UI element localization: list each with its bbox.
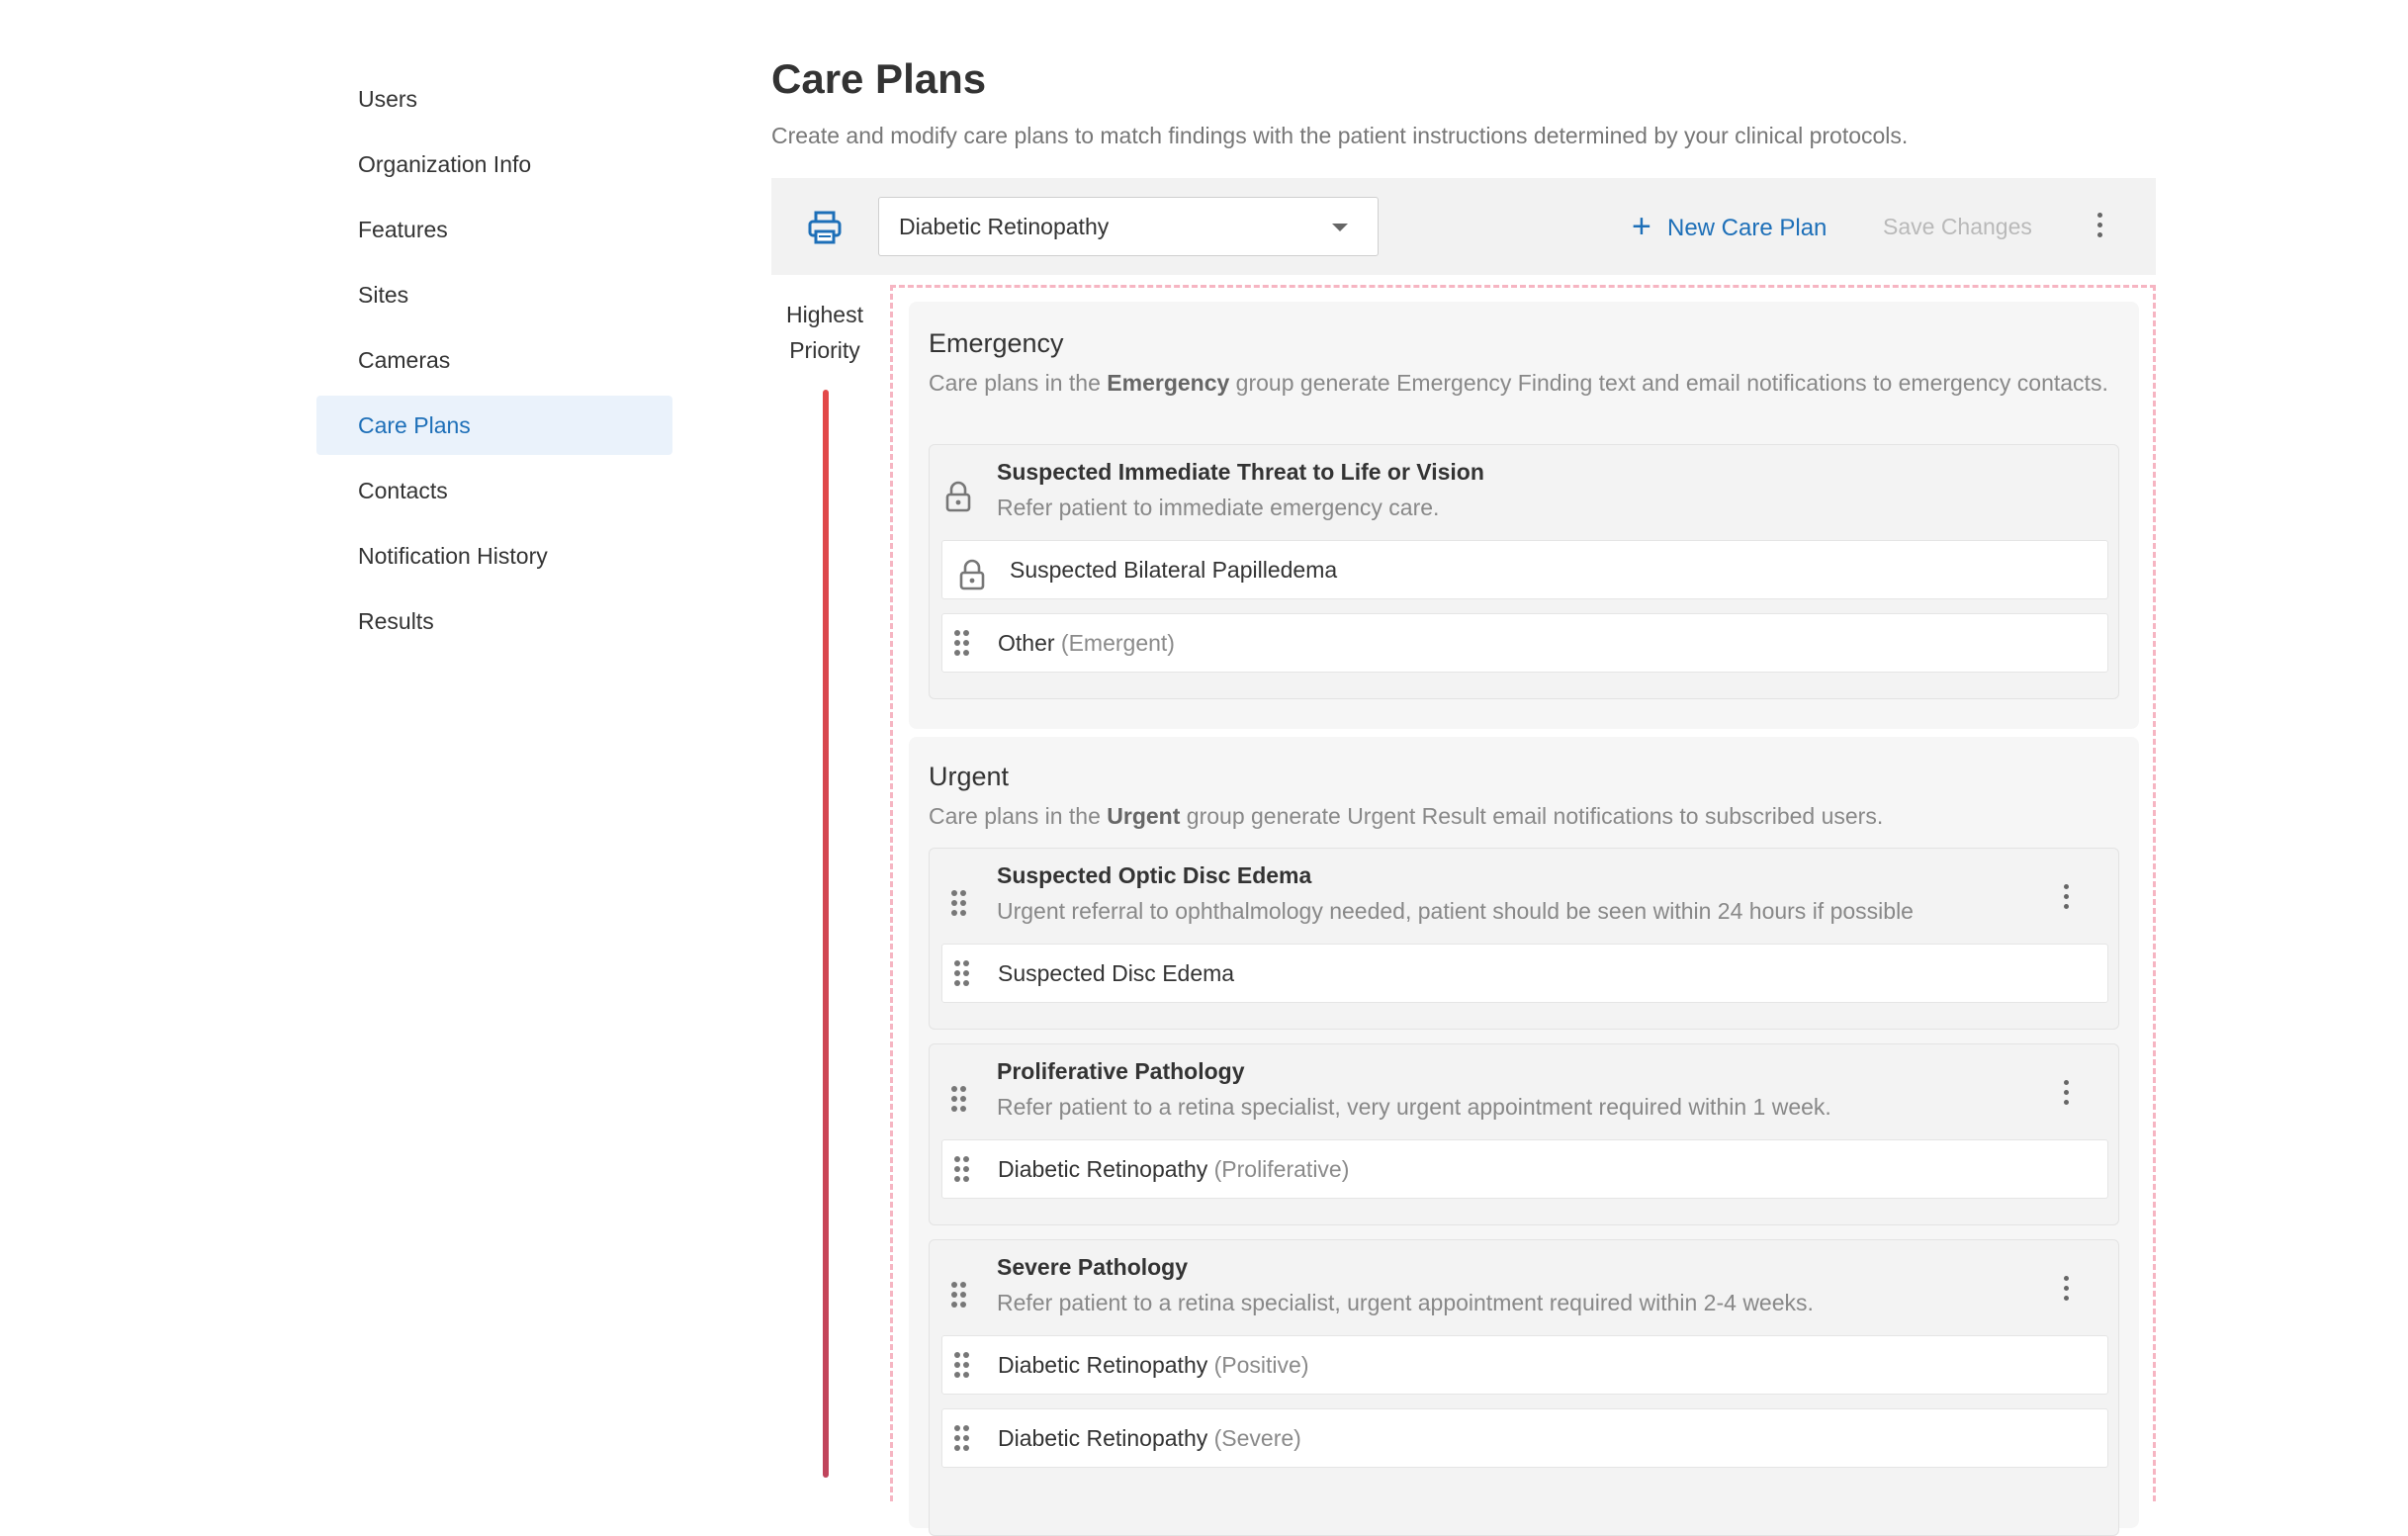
care-plan-card[interactable]: Suspected Optic Disc Edema Urgent referr… bbox=[929, 848, 2119, 1030]
condition-select[interactable]: Diabetic Retinopathy bbox=[878, 197, 1379, 256]
more-options-icon[interactable] bbox=[2095, 213, 2104, 240]
save-changes-button[interactable]: Save Changes bbox=[1883, 206, 2032, 247]
finding-label: Diabetic Retinopathy (Proliferative) bbox=[998, 1140, 1349, 1198]
group-desc-bold: Emergency bbox=[1107, 370, 1230, 396]
care-plan-card[interactable]: Proliferative Pathology Refer patient to… bbox=[929, 1043, 2119, 1225]
care-plan-description: Urgent referral to ophthalmology needed,… bbox=[997, 898, 1914, 924]
finding-text: Diabetic Retinopathy bbox=[998, 1425, 1208, 1451]
care-plan-title: Severe Pathology bbox=[997, 1254, 1189, 1280]
priority-label: Highest Priority bbox=[771, 297, 878, 368]
more-options-icon[interactable] bbox=[2061, 1276, 2071, 1304]
group-emergency: Emergency Care plans in the Emergency gr… bbox=[909, 302, 2139, 729]
care-plan-card: Suspected Immediate Threat to Life or Vi… bbox=[929, 444, 2119, 699]
sidebar-item-sites[interactable]: Sites bbox=[316, 265, 672, 324]
priority-label-line2: Priority bbox=[789, 337, 860, 363]
sidebar-item-organization-info[interactable]: Organization Info bbox=[316, 135, 672, 194]
finding-item: Suspected Bilateral Papilledema bbox=[941, 540, 2108, 599]
group-desc-bold: Urgent bbox=[1107, 803, 1181, 829]
group-desc-prefix: Care plans in the bbox=[929, 370, 1108, 396]
new-care-plan-button[interactable]: + New Care Plan bbox=[1632, 206, 1827, 247]
settings-sidebar: Users Organization Info Features Sites C… bbox=[316, 69, 672, 657]
group-desc-suffix: group generate Emergency Finding text an… bbox=[1229, 370, 2108, 396]
group-title: Urgent bbox=[929, 762, 1010, 791]
condition-select-value: Diabetic Retinopathy bbox=[899, 214, 1110, 239]
lock-icon bbox=[959, 554, 985, 590]
care-plan-description: Refer patient to a retina specialist, ve… bbox=[997, 1094, 1831, 1120]
finding-item[interactable]: Diabetic Retinopathy (Positive) bbox=[941, 1335, 2108, 1395]
care-plan-card[interactable]: Severe Pathology Refer patient to a reti… bbox=[929, 1239, 2119, 1536]
care-plan-title: Suspected Immediate Threat to Life or Vi… bbox=[997, 459, 1484, 485]
finding-label: Suspected Disc Edema bbox=[998, 960, 1235, 986]
finding-qualifier: (Proliferative) bbox=[1213, 1156, 1350, 1182]
sidebar-item-notification-history[interactable]: Notification History bbox=[316, 526, 672, 586]
care-plan-toolbar: Diabetic Retinopathy + New Care Plan Save… bbox=[771, 178, 2156, 275]
chevron-down-icon bbox=[1332, 224, 1348, 231]
sidebar-item-features[interactable]: Features bbox=[316, 200, 672, 259]
new-care-plan-label: New Care Plan bbox=[1667, 215, 1828, 241]
sidebar-item-results[interactable]: Results bbox=[316, 591, 672, 651]
finding-text: Diabetic Retinopathy bbox=[998, 1156, 1208, 1182]
finding-label: Other (Emergent) bbox=[998, 614, 1175, 672]
drag-handle-icon[interactable] bbox=[954, 630, 970, 656]
finding-item[interactable]: Other (Emergent) bbox=[941, 613, 2108, 673]
sidebar-item-care-plans[interactable]: Care Plans bbox=[316, 396, 672, 455]
group-desc-prefix: Care plans in the bbox=[929, 803, 1108, 829]
care-plan-title: Suspected Optic Disc Edema bbox=[997, 862, 1312, 888]
page-subtitle: Create and modify care plans to match fi… bbox=[771, 123, 1909, 148]
sidebar-item-cameras[interactable]: Cameras bbox=[316, 330, 672, 390]
drag-handle-icon[interactable] bbox=[951, 890, 967, 916]
finding-qualifier: (Emergent) bbox=[1060, 630, 1175, 656]
drag-handle-icon[interactable] bbox=[954, 1156, 970, 1182]
page-title: Care Plans bbox=[771, 55, 987, 102]
finding-item[interactable]: Diabetic Retinopathy (Severe) bbox=[941, 1408, 2108, 1468]
sidebar-item-contacts[interactable]: Contacts bbox=[316, 461, 672, 520]
drag-handle-icon[interactable] bbox=[954, 960, 970, 986]
finding-qualifier: (Severe) bbox=[1213, 1425, 1301, 1451]
finding-label: Diabetic Retinopathy (Severe) bbox=[998, 1409, 1301, 1467]
care-plan-description: Refer patient to a retina specialist, ur… bbox=[997, 1290, 1814, 1315]
finding-text: Other bbox=[998, 630, 1055, 656]
finding-item[interactable]: Diabetic Retinopathy (Proliferative) bbox=[941, 1139, 2108, 1199]
drag-handle-icon[interactable] bbox=[951, 1282, 967, 1308]
drag-handle-icon[interactable] bbox=[954, 1352, 970, 1378]
group-description: Care plans in the Emergency group genera… bbox=[929, 365, 2115, 401]
group-urgent: Urgent Care plans in the Urgent group ge… bbox=[909, 737, 2139, 1536]
finding-label: Suspected Bilateral Papilledema bbox=[1010, 557, 1338, 583]
drag-handle-icon[interactable] bbox=[954, 1425, 970, 1451]
finding-label: Diabetic Retinopathy (Positive) bbox=[998, 1336, 1308, 1394]
printer-icon[interactable] bbox=[805, 208, 845, 247]
drag-handle-icon[interactable] bbox=[951, 1086, 967, 1112]
finding-qualifier: (Positive) bbox=[1213, 1352, 1309, 1378]
care-plan-description: Refer patient to immediate emergency car… bbox=[997, 495, 1440, 520]
care-plans-main: Care Plans Create and modify care plans … bbox=[771, 49, 2156, 1536]
care-plan-groups-dropzone: Emergency Care plans in the Emergency gr… bbox=[890, 285, 2156, 1536]
care-plan-title: Proliferative Pathology bbox=[997, 1058, 1245, 1084]
more-options-icon[interactable] bbox=[2061, 884, 2071, 912]
more-options-icon[interactable] bbox=[2061, 1080, 2071, 1108]
group-title: Emergency bbox=[929, 328, 1064, 358]
priority-gradient-bar bbox=[823, 390, 829, 1478]
group-description: Care plans in the Urgent group generate … bbox=[929, 798, 2115, 834]
priority-label-line1: Highest bbox=[786, 302, 863, 327]
finding-text: Diabetic Retinopathy bbox=[998, 1352, 1208, 1378]
lock-icon bbox=[945, 481, 971, 512]
sidebar-item-users[interactable]: Users bbox=[316, 69, 672, 129]
plus-icon: + bbox=[1632, 208, 1651, 245]
group-desc-suffix: group generate Urgent Result email notif… bbox=[1180, 803, 1884, 829]
finding-item[interactable]: Suspected Disc Edema bbox=[941, 944, 2108, 1003]
